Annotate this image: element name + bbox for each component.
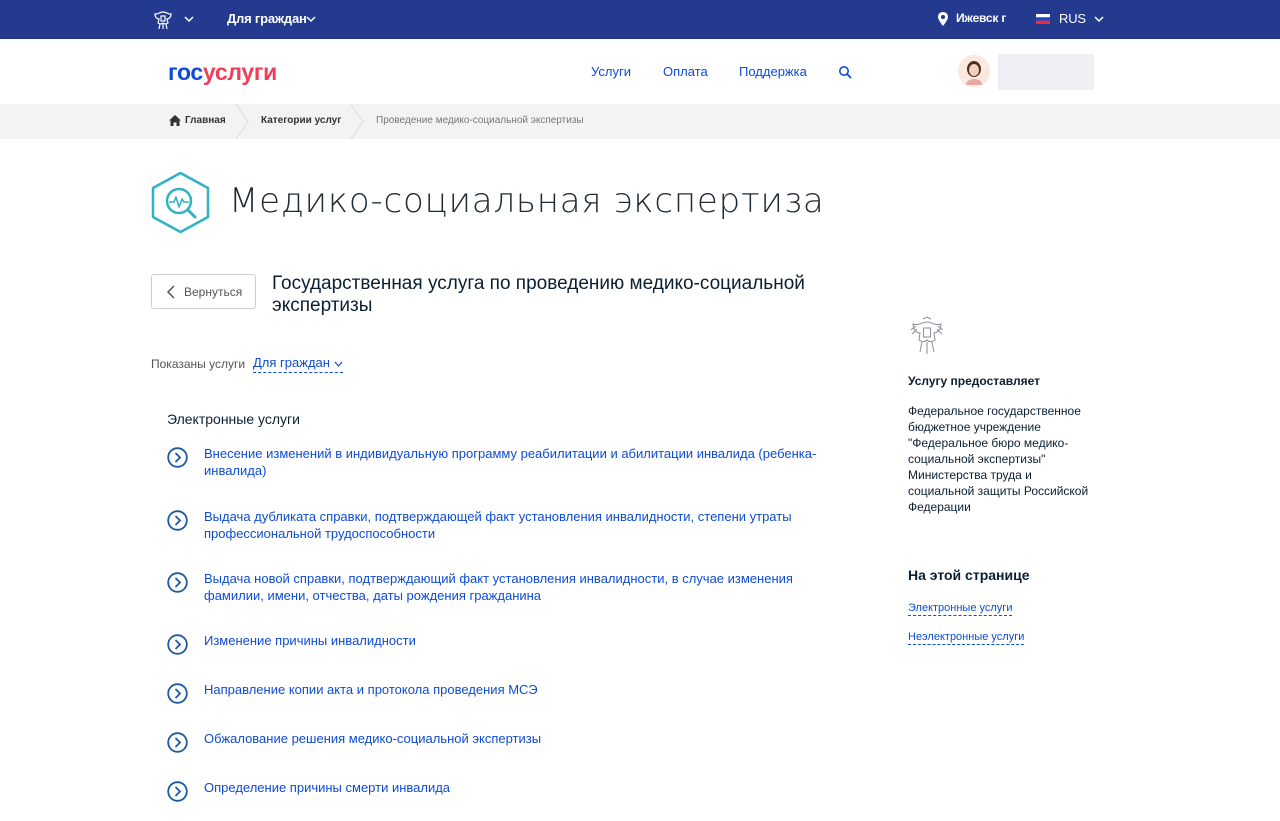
breadcrumb-separator <box>235 104 249 139</box>
on-page-link-electronic[interactable]: Электронные услуги <box>908 602 1013 616</box>
chevron-down-icon[interactable] <box>1093 13 1105 25</box>
avatar[interactable] <box>958 55 990 87</box>
breadcrumb-current: Проведение медико-социальной экспертизы <box>376 115 584 126</box>
on-page-heading: На этой странице <box>908 567 1030 583</box>
medical-expertise-icon <box>151 171 210 234</box>
arrow-right-circle-icon <box>167 572 188 593</box>
arrow-right-circle-icon <box>167 781 188 802</box>
flag-icon <box>1036 14 1050 24</box>
filter-label: Показаны услуги <box>151 357 246 371</box>
service-link-label[interactable]: Изменение причины инвалидности <box>204 632 844 649</box>
top-bar: Для граждан Ижевск г RUS <box>0 0 1280 39</box>
breadcrumb-home[interactable]: Главная <box>185 115 226 126</box>
service-link-label[interactable]: Выдача новой справки, подтверждающий фак… <box>204 570 844 604</box>
audience-selector[interactable]: Для граждан <box>227 11 307 26</box>
back-button[interactable]: Вернуться <box>151 274 256 309</box>
nav-support[interactable]: Поддержка <box>739 64 807 79</box>
breadcrumb-categories[interactable]: Категории услуг <box>261 115 341 126</box>
service-link-label[interactable]: Направление копии акта и протокола прове… <box>204 681 844 698</box>
search-icon[interactable] <box>838 65 852 79</box>
audience-filter[interactable]: Для граждан <box>253 355 343 373</box>
arrow-right-circle-icon <box>167 683 188 704</box>
breadcrumb: Главная Категории услуг Проведение медик… <box>0 104 1280 139</box>
location-pin-icon <box>938 12 948 26</box>
logo-part-gos: гос <box>168 59 203 85</box>
service-link-label[interactable]: Выдача дубликата справки, подтверждающей… <box>204 508 844 542</box>
audience-filter-value: Для граждан <box>253 355 330 370</box>
service-link-label[interactable]: Внесение изменений в индивидуальную прог… <box>204 445 844 479</box>
page-title: Медико-социальная экспертиза <box>229 181 825 221</box>
arrow-right-circle-icon <box>167 732 188 753</box>
chevron-down-icon <box>334 361 343 367</box>
site-header: госуслуги Услуги Оплата Поддержка <box>0 39 1280 104</box>
chevron-down-icon[interactable] <box>183 13 195 25</box>
arrow-right-circle-icon <box>167 447 188 468</box>
language-selector[interactable]: RUS <box>1059 11 1086 26</box>
section-title: Электронные услуги <box>167 411 300 427</box>
user-name-blurred[interactable] <box>998 54 1094 90</box>
service-link-label[interactable]: Определение причины смерти инвалида <box>204 779 844 796</box>
breadcrumb-separator <box>350 104 364 139</box>
nav-services[interactable]: Услуги <box>591 64 631 79</box>
logo-part-uslugi: услуги <box>202 59 277 85</box>
service-title: Государственная услуга по проведению мед… <box>272 273 805 316</box>
emblem-icon[interactable] <box>150 7 176 33</box>
arrow-right-circle-icon <box>167 510 188 531</box>
city-selector[interactable]: Ижевск г <box>956 11 1006 25</box>
back-button-label: Вернуться <box>184 285 243 299</box>
provider-heading: Услугу предоставляет <box>908 374 1041 388</box>
provider-text: Федеральное государственное бюджетное уч… <box>908 404 1089 514</box>
chevron-left-icon <box>166 285 175 299</box>
arrow-right-circle-icon <box>167 634 188 655</box>
emblem-icon <box>910 316 944 354</box>
nav-payment[interactable]: Оплата <box>663 64 708 79</box>
home-icon[interactable] <box>169 115 181 126</box>
chevron-down-icon[interactable] <box>305 13 317 25</box>
gosuslugi-logo[interactable]: госуслуги <box>168 59 277 86</box>
on-page-link-non-electronic[interactable]: Неэлектронные услуги <box>908 631 1025 645</box>
service-link-label[interactable]: Обжалование решения медико-социальной эк… <box>204 730 844 747</box>
